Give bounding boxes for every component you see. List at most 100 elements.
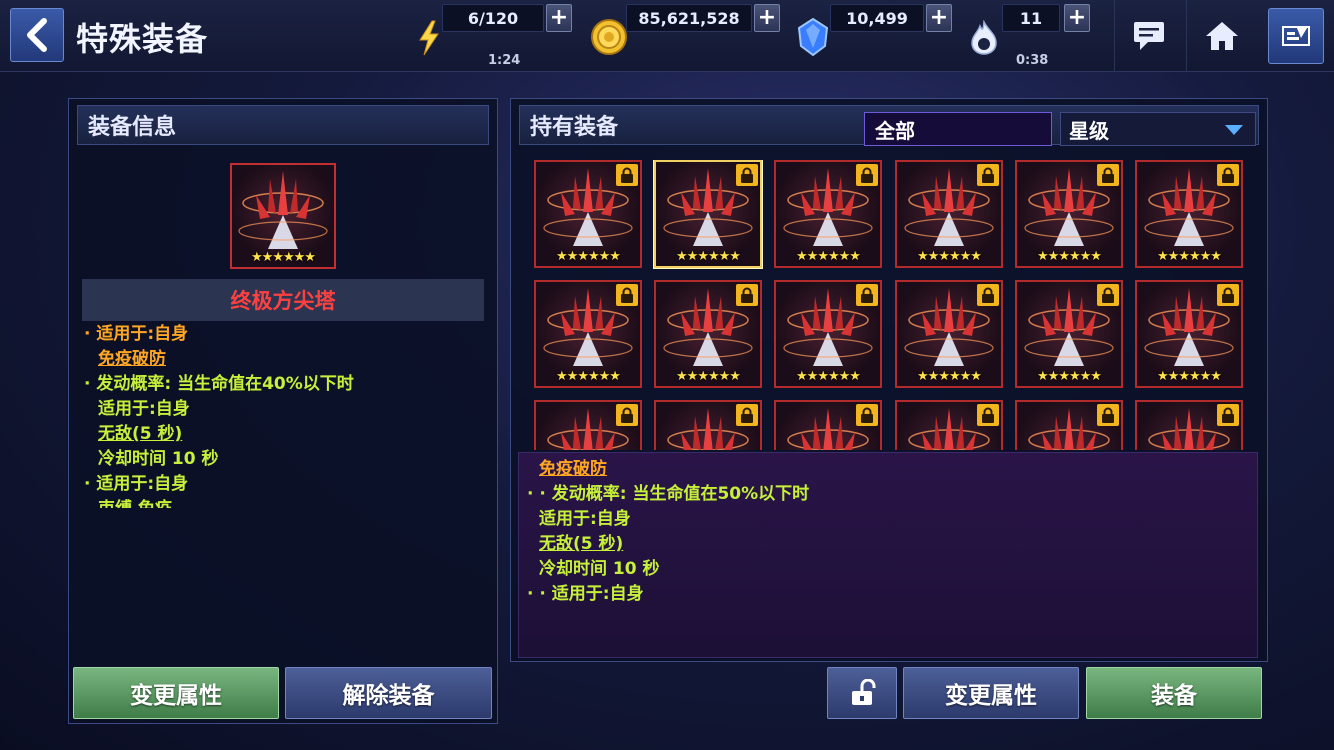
desc-line: 无敌(5 秒): [98, 424, 183, 444]
equip-slot-stars: ★★★★★★: [556, 249, 621, 264]
lock-icon: [616, 284, 638, 306]
chat-button[interactable]: [1114, 0, 1184, 72]
gold-coin-icon: [591, 19, 627, 55]
desc-line: 无敌(5 秒): [539, 534, 624, 554]
desc-line: 适用于:自身: [98, 399, 190, 419]
equip-slot-stars: ★★★★★★: [1037, 249, 1102, 264]
home-icon: [1205, 22, 1238, 50]
equip-slot-stars: ★★★★★★: [556, 369, 621, 384]
sort-dropdown[interactable]: 星级: [1060, 112, 1256, 146]
desc-line: 冷却时间 10 秒: [98, 449, 219, 469]
desc-line: · 发动概率: 当生命值在40%以下时: [84, 374, 354, 394]
crystal-plus-button[interactable]: +: [926, 4, 952, 32]
lock-icon: [1097, 404, 1119, 426]
flame-plus-button[interactable]: +: [1064, 4, 1090, 32]
home-button[interactable]: [1186, 0, 1256, 72]
back-button[interactable]: [10, 8, 64, 62]
equip-slot[interactable]: ★★★★★★: [1015, 280, 1123, 388]
desc-line: 束缚 免疫: [84, 497, 354, 508]
lock-toggle-button[interactable]: [827, 667, 897, 719]
page-title: 特殊装备: [76, 20, 209, 58]
desc-line: 免疫破防: [98, 349, 166, 369]
menu-button[interactable]: [1268, 8, 1324, 64]
selected-equip-stars: ★★★★★★: [251, 250, 316, 265]
lock-icon: [1217, 284, 1239, 306]
desc-line: · · 适用于:自身: [527, 584, 644, 604]
equip-slot-stars: ★★★★★★: [796, 369, 861, 384]
equip-slot[interactable]: ★★★★★★: [895, 280, 1003, 388]
selected-equip-name: 终极方尖塔: [82, 279, 484, 321]
lock-icon: [1097, 164, 1119, 186]
desc-line: · 适用于:自身: [84, 474, 189, 494]
equip-button[interactable]: 装备: [1086, 667, 1262, 719]
energy-value: 6/120: [442, 4, 544, 32]
equip-slot-stars: ★★★★★★: [676, 249, 741, 264]
lock-icon: [977, 284, 999, 306]
equip-slot[interactable]: ★★★★★★: [1015, 160, 1123, 268]
lock-icon: [977, 404, 999, 426]
equip-slot[interactable]: ★★★★★★: [895, 160, 1003, 268]
equip-slot[interactable]: ★★★★★★: [895, 400, 1003, 450]
equip-slot[interactable]: ★★★★★★: [654, 160, 762, 268]
lock-icon: [1217, 404, 1239, 426]
crystal-icon: [797, 18, 829, 56]
selected-equip-description: · 适用于:自身 免疫破防 · 发动概率: 当生命值在40%以下时 适用于:自身…: [84, 322, 354, 508]
back-arrow-icon: [27, 18, 47, 52]
flame-timer: 0:38: [1016, 53, 1049, 68]
energy-plus-button[interactable]: +: [546, 4, 572, 32]
equip-description-box: 免疫破防 · · 发动概率: 当生命值在50%以下时 适用于:自身 无敌(5 秒…: [518, 452, 1258, 658]
desc-line: 适用于:自身: [539, 509, 631, 529]
crystal-value: 10,499: [830, 4, 924, 32]
dropdown-arrow-icon: [1225, 125, 1243, 135]
desc-line: 免疫破防: [539, 459, 607, 479]
equip-slot[interactable]: ★★★★★★: [1135, 160, 1243, 268]
energy-timer: 1:24: [488, 53, 521, 68]
equip-slot-stars: ★★★★★★: [796, 249, 861, 264]
equip-slot[interactable]: ★★★★★★: [1135, 400, 1243, 450]
lightning-icon: [419, 20, 439, 56]
equip-slot[interactable]: ★★★★★★: [1015, 400, 1123, 450]
equip-slot[interactable]: ★★★★★★: [774, 400, 882, 450]
lock-icon: [1097, 284, 1119, 306]
obelisk-icon: [238, 171, 328, 249]
equip-slot[interactable]: ★★★★★★: [1135, 280, 1243, 388]
top-bar: 特殊装备 6/120 + 1:24 85,621,528 + 10,499 + …: [0, 0, 1334, 72]
unequip-button[interactable]: 解除装备: [285, 667, 492, 719]
lock-icon: [616, 404, 638, 426]
equip-slot[interactable]: ★★★★★★: [774, 280, 882, 388]
desc-line: · · 发动概率: 当生命值在50%以下时: [527, 484, 810, 504]
equip-slot-stars: ★★★★★★: [1157, 249, 1222, 264]
chat-icon: [1133, 22, 1164, 50]
equip-slot[interactable]: ★★★★★★: [534, 400, 642, 450]
equip-slot[interactable]: ★★★★★★: [654, 400, 762, 450]
lock-icon: [616, 164, 638, 186]
gold-plus-button[interactable]: +: [754, 4, 780, 32]
equip-grid: ★★★★★★ ★★★★★★ ★★★★★★ ★★★★★★ ★★★★★★ ★★★★★★ ★★★★…: [534, 160, 1248, 450]
lock-icon: [856, 404, 878, 426]
gold-value: 85,621,528: [626, 4, 752, 32]
menu-icon: [1282, 26, 1310, 46]
equip-slot-stars: ★★★★★★: [1037, 369, 1102, 384]
lock-icon: [856, 164, 878, 186]
equip-slot-stars: ★★★★★★: [917, 369, 982, 384]
selected-equip-icon: ★★★★★★: [230, 163, 336, 269]
equip-slot[interactable]: ★★★★★★: [654, 280, 762, 388]
sort-label: 星级: [1069, 118, 1109, 143]
equip-slot[interactable]: ★★★★★★: [534, 160, 642, 268]
filter-all-button[interactable]: 全部: [864, 112, 1052, 146]
flame-value: 11: [1002, 4, 1060, 32]
equip-slot[interactable]: ★★★★★★: [774, 160, 882, 268]
lock-icon: [977, 164, 999, 186]
desc-line: · 适用于:自身: [84, 324, 189, 344]
equip-slot-stars: ★★★★★★: [917, 249, 982, 264]
unlock-icon: [852, 679, 876, 705]
change-attribute-button-right[interactable]: 变更属性: [903, 667, 1079, 719]
equip-info-title: 装备信息: [77, 105, 489, 145]
desc-line: 冷却时间 10 秒: [539, 559, 660, 579]
flame-icon: [971, 20, 997, 55]
equip-slot-stars: ★★★★★★: [1157, 369, 1222, 384]
change-attribute-button-left[interactable]: 变更属性: [73, 667, 279, 719]
lock-icon: [856, 284, 878, 306]
lock-icon: [736, 284, 758, 306]
equip-slot[interactable]: ★★★★★★: [534, 280, 642, 388]
